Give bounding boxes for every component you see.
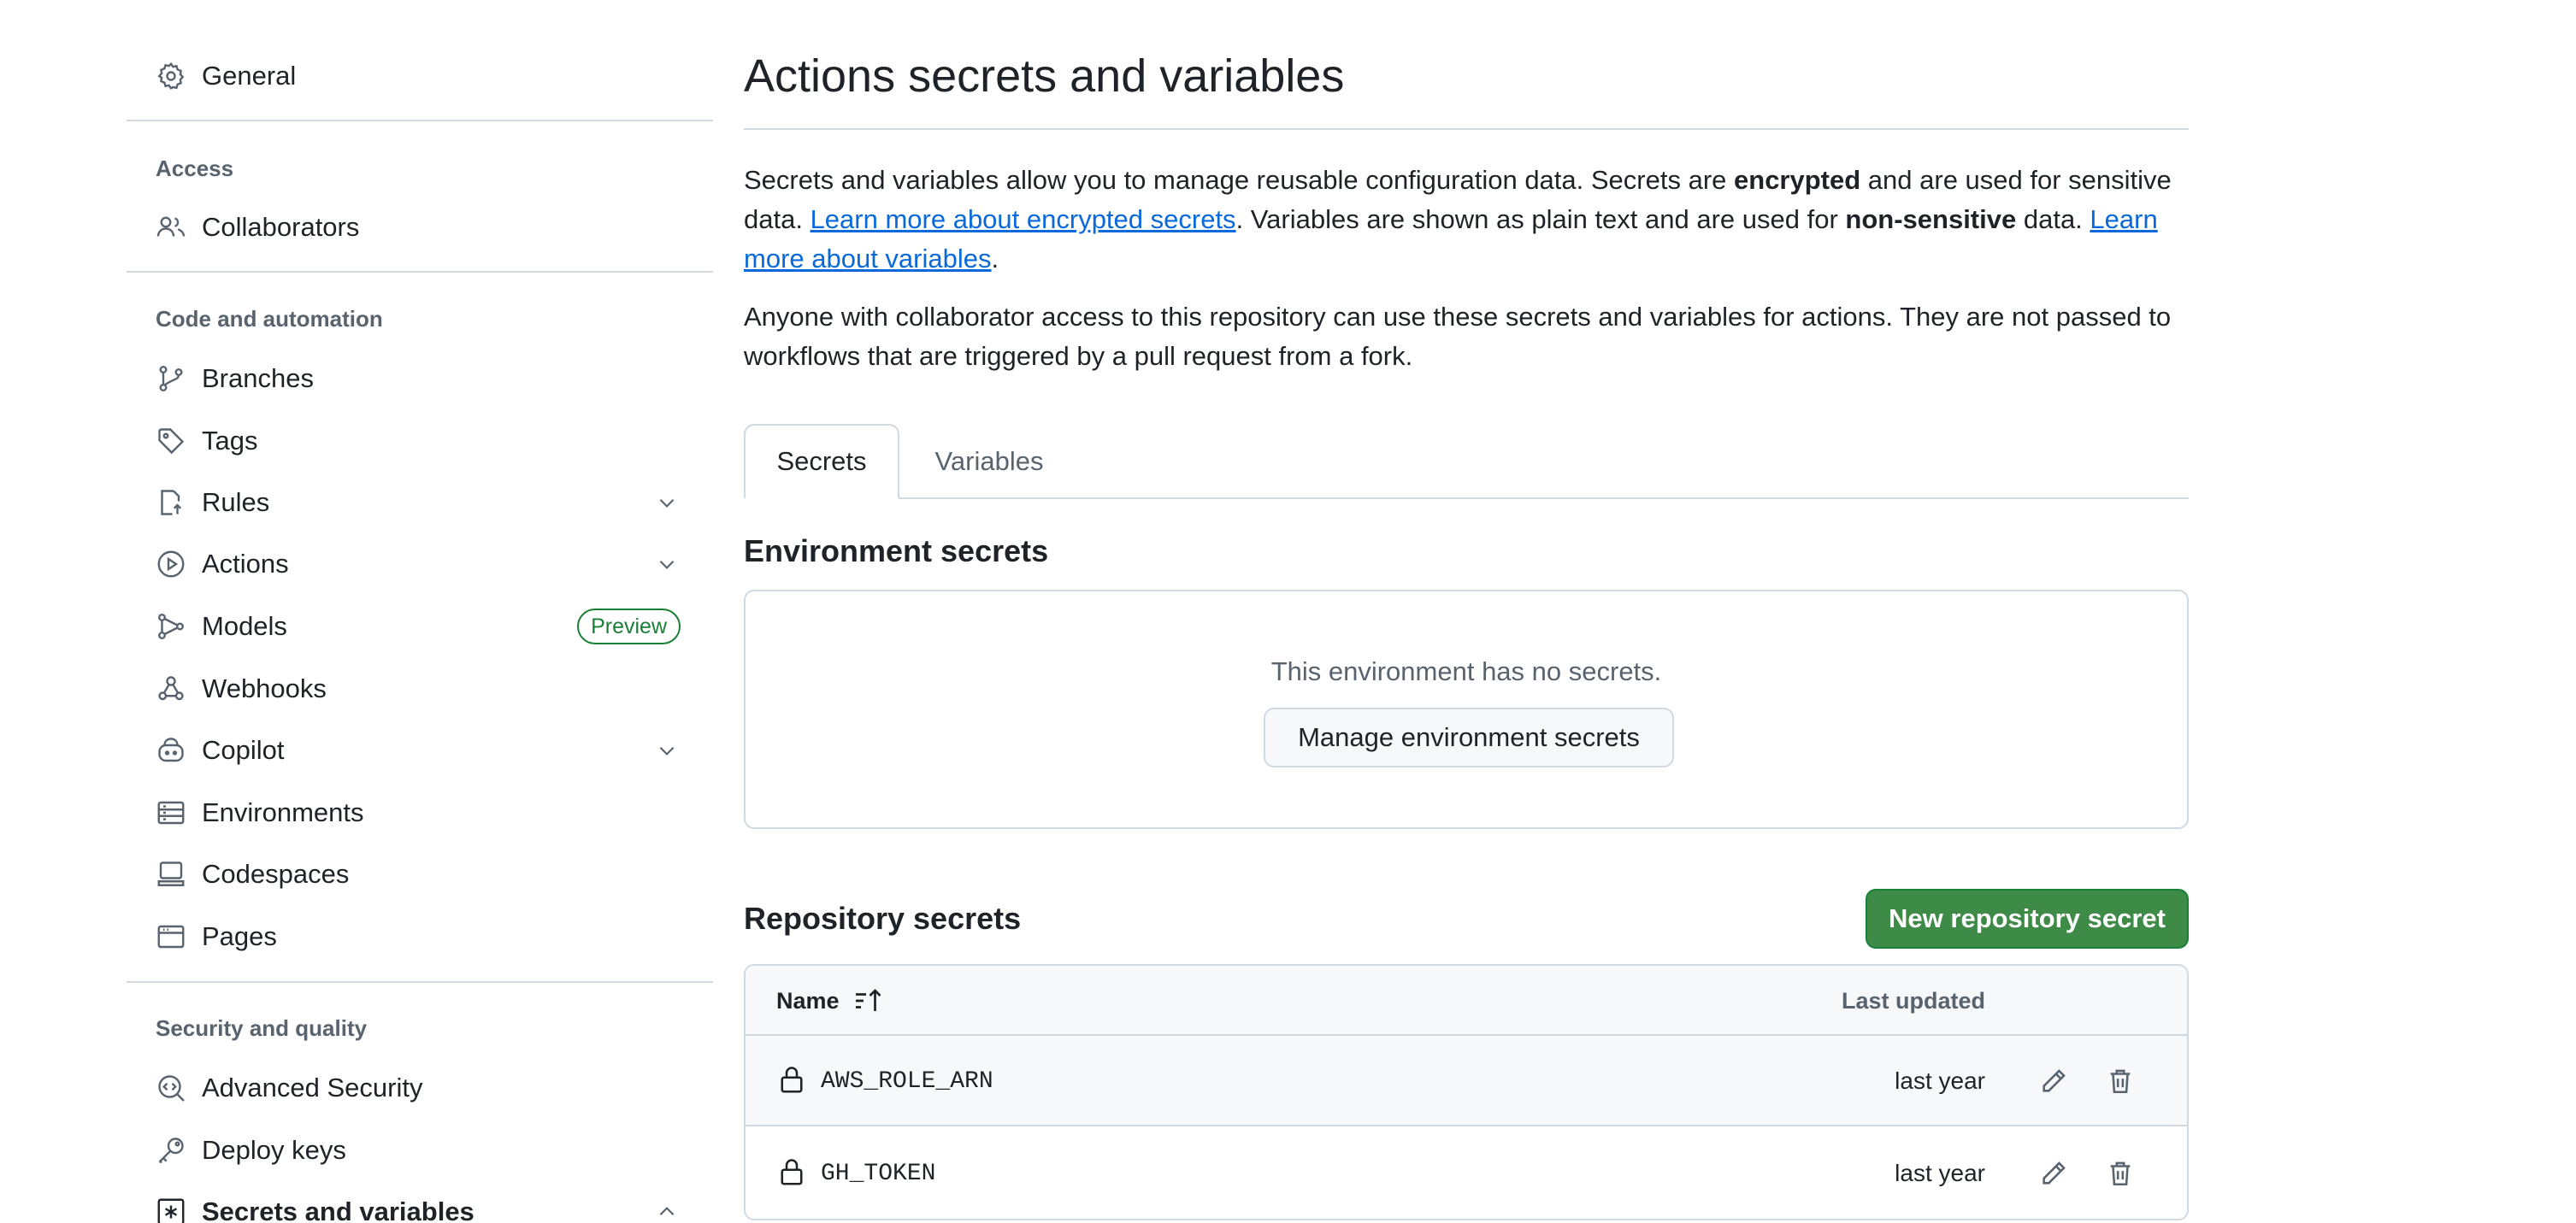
secret-name: GH_TOKEN xyxy=(821,1160,936,1187)
gear-icon xyxy=(156,61,186,91)
sidebar-section-access: Access xyxy=(156,156,234,181)
column-header-label: Name xyxy=(776,987,840,1014)
repository-secrets-table: Name Last updated AWS_ROLE_ARN last year xyxy=(744,964,2189,1220)
trash-icon[interactable] xyxy=(2103,1064,2137,1098)
branch-icon xyxy=(156,363,186,394)
secret-name: AWS_ROLE_ARN xyxy=(821,1067,993,1095)
sidebar-item-environments[interactable]: Environments xyxy=(127,785,713,841)
intro-text: . xyxy=(991,244,999,273)
asterisk-box-icon xyxy=(156,1197,186,1223)
copilot-icon xyxy=(156,735,186,766)
sidebar-item-pages[interactable]: Pages xyxy=(127,908,713,965)
intro-text: data. xyxy=(2016,204,2090,234)
sidebar-item-label: Environments xyxy=(202,797,364,827)
table-row: GH_TOKEN last year xyxy=(746,1128,2187,1219)
intro-paragraph: Secrets and variables allow you to manag… xyxy=(744,161,2189,279)
sidebar-item-rules[interactable]: Rules xyxy=(127,474,713,531)
sort-ascending-icon[interactable] xyxy=(853,985,884,1016)
sidebar-item-advanced-security[interactable]: Advanced Security xyxy=(127,1060,713,1116)
people-icon xyxy=(156,212,186,243)
sidebar-item-secrets-variables[interactable]: Secrets and variables xyxy=(127,1184,713,1223)
sidebar-item-label: Deploy keys xyxy=(202,1135,346,1165)
webhook-icon xyxy=(156,673,186,704)
sidebar-section-code-automation: Code and automation xyxy=(156,306,383,332)
chevron-up-icon[interactable] xyxy=(653,1198,681,1223)
intro-emphasis-encrypted: encrypted xyxy=(1734,165,1861,195)
sidebar-item-label: Advanced Security xyxy=(202,1073,423,1102)
repository-secrets-heading: Repository secrets xyxy=(744,901,1022,936)
sidebar-item-label: Actions xyxy=(202,549,289,579)
sidebar-item-label: Models xyxy=(202,611,287,641)
sidebar-item-tags[interactable]: Tags xyxy=(127,413,713,469)
sidebar-item-label: Secrets and variables xyxy=(202,1197,475,1223)
learn-more-encrypted-secrets-link[interactable]: Learn more about encrypted secrets xyxy=(811,204,1236,234)
sidebar-item-models[interactable]: Models Preview xyxy=(127,598,713,655)
preview-badge: Preview xyxy=(577,609,681,644)
lock-icon xyxy=(776,1064,807,1095)
intro-text: . Variables are shown as plain text and … xyxy=(1235,204,1846,234)
sidebar-item-label: Rules xyxy=(202,487,270,517)
tab-secrets[interactable]: Secrets xyxy=(744,424,899,499)
environment-secrets-heading: Environment secrets xyxy=(744,533,1049,568)
sidebar-divider xyxy=(127,120,713,121)
title-divider xyxy=(744,128,2189,130)
browser-icon xyxy=(156,921,186,952)
sidebar-item-label: Copilot xyxy=(202,735,285,765)
pencil-icon[interactable] xyxy=(2037,1064,2071,1098)
key-icon xyxy=(156,1135,186,1166)
sidebar-item-deploy-keys[interactable]: Deploy keys xyxy=(127,1122,713,1179)
table-row: AWS_ROLE_ARN last year xyxy=(746,1036,2187,1126)
sidebar-item-label: General xyxy=(202,61,297,91)
secrets-variables-tabs: Secrets Variables xyxy=(744,424,2189,499)
lock-icon xyxy=(776,1156,807,1187)
table-header: Name Last updated xyxy=(746,966,2187,1036)
sidebar-item-label: Pages xyxy=(202,921,277,951)
tab-variables[interactable]: Variables xyxy=(915,424,1064,499)
sidebar-item-codespaces[interactable]: Codespaces xyxy=(127,846,713,903)
rules-icon xyxy=(156,487,186,518)
sidebar-divider xyxy=(127,271,713,273)
sidebar-item-collaborators[interactable]: Collaborators xyxy=(127,199,713,256)
sidebar-item-label: Tags xyxy=(202,426,258,456)
chevron-down-icon[interactable] xyxy=(653,737,681,764)
intro-emphasis-non-sensitive: non-sensitive xyxy=(1845,204,2017,234)
tag-icon xyxy=(156,426,186,456)
access-note-paragraph: Anyone with collaborator access to this … xyxy=(744,302,2172,371)
chevron-down-icon[interactable] xyxy=(653,550,681,578)
code-search-icon xyxy=(156,1073,186,1103)
sidebar-item-label: Collaborators xyxy=(202,212,360,242)
sidebar-section-security-quality: Security and quality xyxy=(156,1015,368,1041)
server-icon xyxy=(156,797,186,828)
sidebar-divider xyxy=(127,981,713,983)
codespaces-icon xyxy=(156,859,186,890)
sidebar-item-label: Branches xyxy=(202,363,314,393)
sidebar-item-branches[interactable]: Branches xyxy=(127,350,713,407)
secret-last-updated: last year xyxy=(1895,1067,1985,1094)
new-repository-secret-button[interactable]: New repository secret xyxy=(1866,889,2189,949)
trash-icon[interactable] xyxy=(2103,1156,2137,1191)
pencil-icon[interactable] xyxy=(2037,1156,2071,1191)
page-title: Actions secrets and variables xyxy=(744,50,1345,102)
settings-page: General Access Collaborators Code and au… xyxy=(0,0,2576,1223)
sidebar-item-general[interactable]: General xyxy=(127,48,713,104)
sidebar-item-webhooks[interactable]: Webhooks xyxy=(127,661,713,717)
intro-text: Secrets and variables allow you to manag… xyxy=(744,165,1735,195)
models-icon xyxy=(156,611,186,642)
sidebar-item-actions[interactable]: Actions xyxy=(127,536,713,592)
empty-state-text: This environment has no secrets. xyxy=(1270,656,1662,686)
play-circle-icon xyxy=(156,549,186,579)
manage-environment-secrets-button[interactable]: Manage environment secrets xyxy=(1264,708,1674,767)
secret-last-updated: last year xyxy=(1895,1160,1985,1186)
chevron-down-icon[interactable] xyxy=(653,489,681,516)
sidebar-item-label: Codespaces xyxy=(202,859,350,889)
column-header-name[interactable]: Name xyxy=(776,966,884,1036)
column-header-last-updated: Last updated xyxy=(1841,987,1985,1014)
environment-secrets-panel: This environment has no secrets. Manage … xyxy=(744,590,2189,829)
sidebar-item-label: Webhooks xyxy=(202,673,327,703)
sidebar-item-copilot[interactable]: Copilot xyxy=(127,722,713,779)
